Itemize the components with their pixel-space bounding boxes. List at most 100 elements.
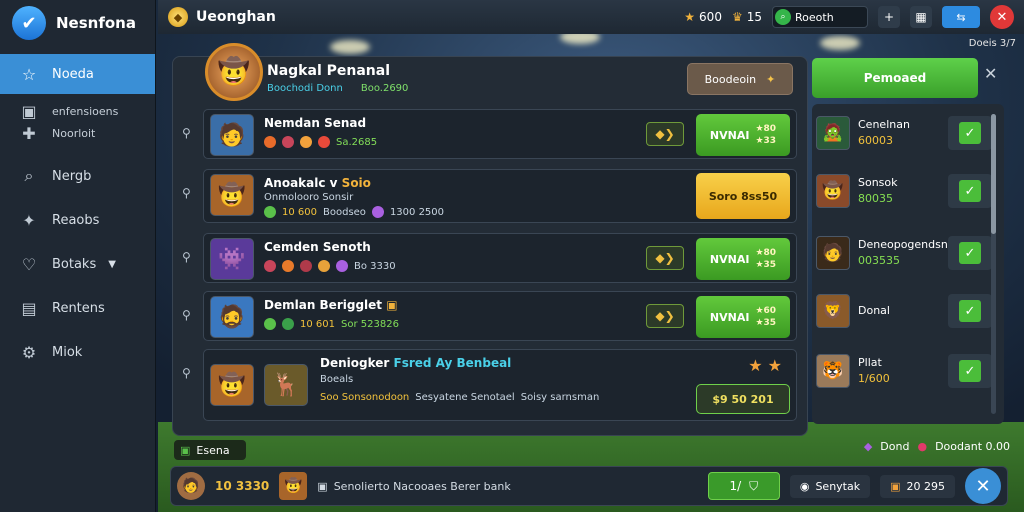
close-icon[interactable]: ✕ (984, 64, 997, 83)
app-title: Nesnfona (56, 14, 136, 32)
row-stats: Soo Sonsonodoon Sesyatene Senotael Soisy… (320, 392, 600, 403)
pin-icon: ⚲ (182, 250, 191, 264)
avatar: 🐯 (816, 354, 850, 388)
avatar: 👾 (210, 238, 254, 280)
list-item[interactable]: ⚲ 👾 Cemden Senoth Bo 3330 ◆❯ NVNAI ★80 ★3… (182, 233, 797, 283)
list-item[interactable]: 🧑 Deneopogendsn 003535 ✓ (816, 228, 992, 278)
search-icon: ⌕ (24, 166, 34, 185)
title-text: Ueonghan (196, 9, 276, 25)
arrow-button[interactable]: ◆❯ (646, 122, 684, 146)
list-item[interactable]: ⚲ 🤠 🦌 Deniogker Fsred Ay Benbeal Boeals … (182, 349, 797, 421)
tools-icon[interactable]: ✕ (965, 468, 1001, 504)
arrow-button[interactable]: ◆❯ (646, 304, 684, 328)
sidebar-item-extensions[interactable]: ▣ enfensioens (0, 100, 155, 122)
item-name: Sonsok (858, 176, 898, 189)
count-value: 20 295 (906, 479, 946, 493)
sidebar-item-label: Rentens (52, 300, 105, 316)
list-item[interactable]: ⚲ 🤠 Anoakalc v Soio Onmolooro Sonsir 10 … (182, 169, 797, 223)
checkbox[interactable]: ✓ (948, 294, 992, 328)
scrollbar-thumb[interactable] (991, 114, 996, 234)
sidebar-item-label: enfensioens (52, 104, 119, 118)
item-name: Deneopogendsn (858, 238, 948, 251)
row-stats: 10 601 Sor 523826 (264, 318, 399, 330)
checkbox[interactable]: ✓ (948, 116, 992, 150)
ready-button[interactable]: 1/ ⛉ (707, 472, 780, 500)
trophy-icon: ♛ (731, 10, 743, 24)
btn-value: 35 (763, 260, 777, 270)
sidebar-item-rentens[interactable]: ▤ Rentens (0, 288, 155, 328)
sidebar-item-nergb[interactable]: ⌕ Nergb (0, 156, 155, 196)
sidebar-item-label: Nergb (52, 168, 92, 184)
check-icon: ✓ (959, 360, 981, 382)
action-button[interactable]: NVNAI ★80 ★35 (696, 238, 790, 280)
row-stats: Bo 3330 (264, 260, 396, 272)
play-icon: ▣ (317, 479, 328, 493)
scrollbar[interactable] (991, 114, 996, 414)
gear-icon: ⚙ (21, 342, 37, 362)
checkbox[interactable]: ✓ (948, 236, 992, 270)
star-icon: ☆ (21, 64, 37, 84)
search-icon: ⌕ (775, 9, 791, 25)
tag-icon: ▣ (180, 443, 191, 457)
grid-icon[interactable]: ▦ (910, 6, 932, 28)
chevron-down-icon: ▼ (108, 258, 116, 270)
sidebar-item-noorloit[interactable]: ✚ Noorloit (0, 122, 155, 144)
gold-button-label: Boodeoin (704, 72, 757, 86)
app-logo[interactable]: ✔ Nesnfona (0, 0, 155, 46)
search-input[interactable]: ⌕ Roeoth (772, 6, 868, 28)
item-name: Pllat (858, 356, 882, 369)
list-item[interactable]: 🧟 Cenelnan 60003 ✓ (816, 108, 992, 158)
avatar: 🧟 (816, 116, 850, 150)
sort-button[interactable]: ◉ Senytak (789, 474, 871, 498)
list-item[interactable]: 🤠 Sonsok 80035 ✓ (816, 166, 992, 216)
sidebar-item-reaobs[interactable]: ✦ Reaobs (0, 200, 155, 240)
sidebar-item-label: Noorloit (52, 126, 96, 140)
bottom-tag[interactable]: ▣ Esena (174, 440, 246, 460)
add-button[interactable]: + (878, 6, 900, 28)
featured-button[interactable]: Soro 8ss50 (696, 173, 790, 219)
player-sub: Boochodi Donn Boo.2690 (267, 83, 408, 94)
list-item[interactable]: 🐯 Pllat 1/600 ✓ (816, 346, 992, 396)
action-label: NVNAI (709, 310, 750, 324)
sidebar-item-botaks[interactable]: ♡ Botaks ▼ (0, 244, 155, 284)
list-item[interactable]: 🦁 Donal ✓ (816, 286, 992, 336)
price-button[interactable]: $9 50 201 (696, 384, 790, 414)
close-icon[interactable]: ✕ (990, 5, 1014, 29)
arrow-button[interactable]: ◆❯ (646, 246, 684, 270)
player-avatar[interactable]: 🤠 (205, 43, 263, 101)
promo-button[interactable]: Pemoaed (812, 58, 978, 98)
row-name: Cemden Senoth (264, 240, 371, 254)
btn-value: 60 (763, 306, 777, 316)
sidebar-item-miok[interactable]: ⚙ Miok (0, 332, 155, 372)
checkbox[interactable]: ✓ (948, 174, 992, 208)
action-button[interactable]: NVNAI ★60 ★35 (696, 296, 790, 338)
sidebar-item-noeda[interactable]: ☆ Noeda (0, 54, 155, 94)
shield-icon: ⛉ (749, 478, 759, 493)
star-count: 600 (699, 10, 722, 24)
gold-button[interactable]: Boodeoin ✦ (687, 63, 793, 95)
avatar: 🧔 (210, 296, 254, 338)
list-item[interactable]: ⚲ 🧑 Nemdan Senad Sa.2685 ◆❯ NVNAI ★80 ★33 (182, 109, 797, 159)
avatar: 🧑 (816, 236, 850, 270)
action-button[interactable]: NVNAI ★80 ★33 (696, 114, 790, 156)
checkbox[interactable]: ✓ (948, 354, 992, 388)
avatar[interactable]: 🤠 (279, 472, 308, 500)
check-shield-icon: ✔ (12, 6, 46, 40)
version-label: Doeis 3/7 (968, 38, 1016, 49)
sort-label: Senytak (815, 479, 861, 493)
bottom-bar: 🧑 10 3330 🤠 ▣ Senolierto Nacooaes Berer … (170, 466, 1008, 506)
item-value: 80035 (858, 192, 893, 205)
share-button[interactable]: ⇆ (942, 6, 980, 28)
avatar: 🦌 (264, 364, 308, 406)
bottom-right-tag1: Dond (880, 440, 910, 453)
avatar[interactable]: 🧑 (177, 472, 205, 500)
stadium-light (330, 40, 370, 54)
pin-icon: ⚲ (182, 366, 191, 380)
ready-label: 1/ (729, 479, 742, 493)
avatar: 🦁 (816, 294, 850, 328)
list-item[interactable]: ⚲ 🧔 Demlan Berigglet ▣ 10 601 Sor 523826… (182, 291, 797, 341)
puzzle-icon: ✦ (22, 210, 36, 230)
message-text: Senolierto Nacooaes Berer bank (333, 479, 511, 493)
bottom-right-tags: ◆ Dond ● Doodant 0.00 (864, 440, 1010, 453)
action-label: NVNAI (709, 128, 750, 142)
